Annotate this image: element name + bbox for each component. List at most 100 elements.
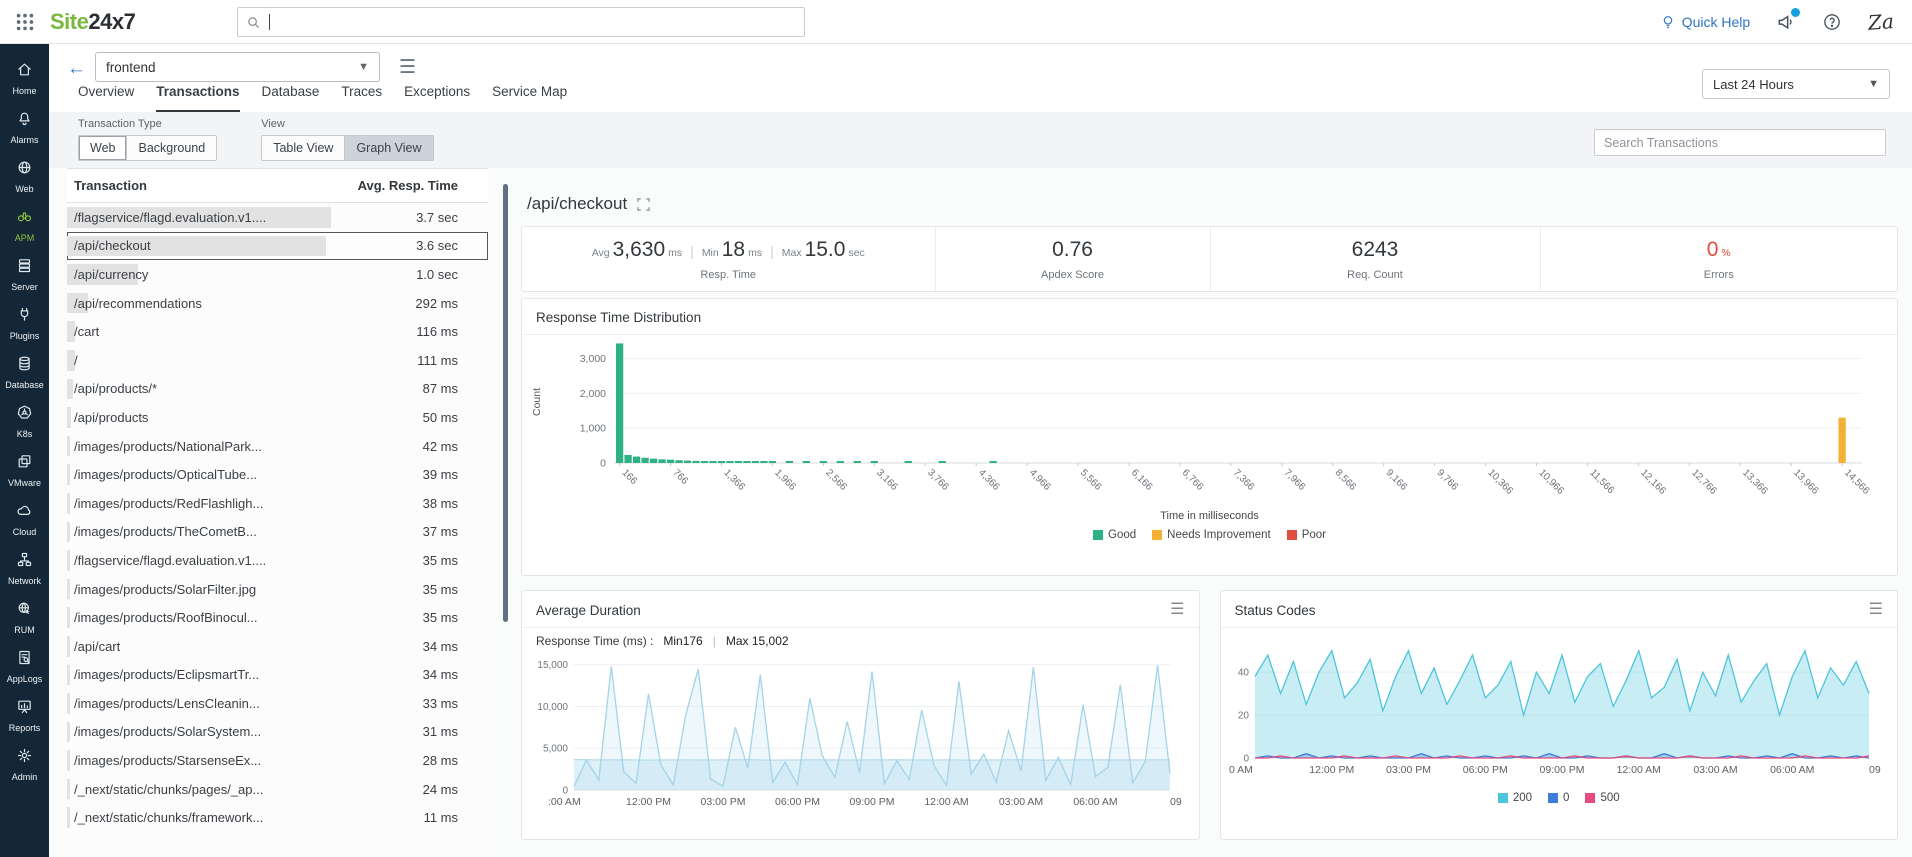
segment-table-view[interactable]: Table View xyxy=(262,136,344,160)
sidebar-item-reports[interactable]: Reports xyxy=(0,691,49,740)
segment-web[interactable]: Web xyxy=(79,136,126,160)
table-row[interactable]: /111 ms xyxy=(67,346,488,375)
tab-transactions[interactable]: Transactions xyxy=(156,84,239,112)
table-row[interactable]: /images/products/StarsenseEx...28 ms xyxy=(67,746,488,775)
card-menu-icon[interactable]: ☰ xyxy=(1869,602,1883,618)
sidebar-item-network[interactable]: Network xyxy=(0,544,49,593)
legend-swatch xyxy=(1548,793,1558,803)
sidebar-item-label: Cloud xyxy=(13,527,37,537)
detail-title: /api/checkout xyxy=(527,194,627,214)
table-row[interactable]: /images/products/RoofBinocul...35 ms xyxy=(67,603,488,632)
table-row[interactable]: /flagservice/flagd.evaluation.v1....35 m… xyxy=(67,546,488,575)
max-label: Max xyxy=(782,247,802,259)
table-row[interactable]: /images/products/EclipsmartTr...34 ms xyxy=(67,661,488,690)
time-range-selector[interactable]: Last 24 Hours ▼ xyxy=(1702,69,1890,99)
transaction-name: /images/products/SolarFilter.jpg xyxy=(67,582,256,597)
table-row[interactable]: /images/products/NationalPark...42 ms xyxy=(67,432,488,461)
global-search-input[interactable] xyxy=(237,7,805,37)
table-row[interactable]: /api/products/*87 ms xyxy=(67,375,488,404)
search-icon xyxy=(246,15,261,30)
transaction-name: /images/products/EclipsmartTr... xyxy=(67,667,259,682)
legend-item-good[interactable]: Good xyxy=(1093,529,1136,541)
legend-item-needs-improvement[interactable]: Needs Improvement xyxy=(1152,529,1271,541)
sidebar-item-cloud[interactable]: Cloud xyxy=(0,495,49,544)
sidebar-item-web[interactable]: Web xyxy=(0,152,49,201)
application-selector[interactable]: frontend ▼ xyxy=(95,52,380,82)
table-row[interactable]: /images/products/LensCleanin...33 ms xyxy=(67,689,488,718)
legend-swatch xyxy=(1498,793,1508,803)
sidebar-item-admin[interactable]: Admin xyxy=(0,740,49,789)
table-row[interactable]: /api/recommendations292 ms xyxy=(67,289,488,318)
quick-help-button[interactable]: Quick Help xyxy=(1660,14,1750,30)
table-row[interactable]: /images/products/OpticalTube...39 ms xyxy=(67,460,488,489)
segment-graph-view[interactable]: Graph View xyxy=(344,136,432,160)
sidebar-item-rum[interactable]: RUM xyxy=(0,593,49,642)
notification-dot xyxy=(1791,8,1800,17)
table-row[interactable]: /images/products/SolarSystem...31 ms xyxy=(67,718,488,747)
table-row[interactable]: /api/checkout3.6 sec xyxy=(67,232,488,261)
table-row[interactable]: /_next/static/chunks/framework...11 ms xyxy=(67,803,488,832)
chevron-down-icon: ▼ xyxy=(358,61,369,73)
distribution-card-header: Response Time Distribution xyxy=(522,299,1897,335)
bulb-icon xyxy=(1660,14,1676,30)
scrollbar-thumb[interactable] xyxy=(503,184,508,622)
avg-resp-time-value: 1.0 sec xyxy=(416,267,458,282)
column-avg-resp-time: Avg. Resp. Time xyxy=(358,178,488,193)
legend-item-200[interactable]: 200 xyxy=(1498,792,1532,804)
sidebar-item-label: Home xyxy=(12,86,36,96)
tab-traces[interactable]: Traces xyxy=(341,84,382,112)
status-codes-chart[interactable]: 020400 AM12:00 PM03:00 PM06:00 PM09:00 P… xyxy=(1221,628,1881,780)
sidebar-item-k8s[interactable]: K8s xyxy=(0,397,49,446)
avg-duration-chart[interactable]: 05,00010,00015,000:00 AM12:00 PM03:00 PM… xyxy=(522,650,1182,812)
tab-overview[interactable]: Overview xyxy=(78,84,134,112)
svg-text:2,566: 2,566 xyxy=(823,467,849,493)
transaction-name: /images/products/TheCometB... xyxy=(67,524,257,539)
table-row[interactable]: /_next/static/chunks/pages/_ap...24 ms xyxy=(67,775,488,804)
help-icon[interactable] xyxy=(1822,12,1842,32)
segment-background[interactable]: Background xyxy=(126,136,216,160)
divider: | xyxy=(690,243,694,259)
sidebar-item-alarms[interactable]: Alarms xyxy=(0,103,49,152)
tab-database[interactable]: Database xyxy=(262,84,320,112)
table-row[interactable]: /flagservice/flagd.evaluation.v1....3.7 … xyxy=(67,203,488,232)
table-row[interactable]: /images/products/SolarFilter.jpg35 ms xyxy=(67,575,488,604)
app-list-menu-icon[interactable]: ☰ xyxy=(399,56,416,79)
tab-exceptions[interactable]: Exceptions xyxy=(404,84,470,112)
table-row[interactable]: /images/products/TheCometB...37 ms xyxy=(67,518,488,547)
legend-item-500[interactable]: 500 xyxy=(1585,792,1619,804)
apps-grid-icon[interactable] xyxy=(14,11,36,33)
announcements-icon[interactable] xyxy=(1776,12,1796,32)
legend-item-0[interactable]: 0 xyxy=(1548,792,1569,804)
legend-item-poor[interactable]: Poor xyxy=(1287,529,1326,541)
legend-swatch xyxy=(1093,530,1103,540)
card-menu-icon[interactable]: ☰ xyxy=(1170,602,1184,618)
sidebar-item-database[interactable]: Database xyxy=(0,348,49,397)
table-row[interactable]: /api/products50 ms xyxy=(67,403,488,432)
home-icon xyxy=(16,61,33,83)
table-row[interactable]: /cart116 ms xyxy=(67,317,488,346)
distribution-legend: Good Needs Improvement Poor xyxy=(522,529,1897,541)
table-row[interactable]: /images/products/RedFlashligh...38 ms xyxy=(67,489,488,518)
distribution-chart[interactable]: 01,0002,0003,000Count1667661,3661,9662,5… xyxy=(522,335,1882,507)
expand-icon[interactable] xyxy=(637,198,650,211)
table-row[interactable]: /api/currency1.0 sec xyxy=(67,260,488,289)
sidebar-item-vmware[interactable]: VMware xyxy=(0,446,49,495)
user-avatar[interactable]: Za xyxy=(1867,9,1894,35)
avg-resp-time-value: 111 ms xyxy=(417,353,458,368)
transactions-panel: Transaction Avg. Resp. Time /flagservice… xyxy=(67,168,488,857)
req-count-value: 6243 xyxy=(1352,238,1399,262)
sidebar-item-apm[interactable]: APM xyxy=(0,201,49,250)
sidebar-item-server[interactable]: Server xyxy=(0,250,49,299)
search-transactions-input[interactable] xyxy=(1594,129,1886,156)
avg-resp-time-value: 35 ms xyxy=(423,610,458,625)
sidebar-item-applogs[interactable]: AppLogs xyxy=(0,642,49,691)
svg-text:3,166: 3,166 xyxy=(874,467,900,493)
average-duration-title: Average Duration xyxy=(536,603,641,618)
table-row[interactable]: /api/cart34 ms xyxy=(67,632,488,661)
tab-service-map[interactable]: Service Map xyxy=(492,84,567,112)
sidebar-item-plugins[interactable]: Plugins xyxy=(0,299,49,348)
site24x7-logo[interactable]: Site24x7 xyxy=(50,9,135,35)
back-arrow-icon[interactable]: ← xyxy=(67,58,86,80)
bottom-charts-row: Average Duration ☰ Response Time (ms) : … xyxy=(521,590,1898,840)
sidebar-item-home[interactable]: Home xyxy=(0,54,49,103)
